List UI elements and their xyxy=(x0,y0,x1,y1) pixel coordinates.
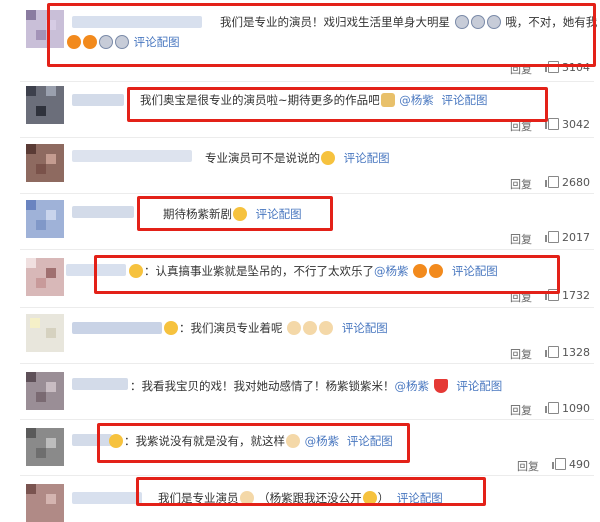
like-button[interactable]: 1090 xyxy=(545,402,590,415)
avatar[interactable] xyxy=(26,314,64,352)
comment-text: ：我们演员专业着呢 评论配图 xyxy=(163,320,388,337)
reply-button[interactable]: 回复 xyxy=(510,402,532,418)
like-button[interactable]: 2680 xyxy=(545,176,590,189)
face-emoji-icon xyxy=(321,151,335,165)
highlight-box xyxy=(47,3,596,67)
emoji-icon xyxy=(164,321,178,335)
like-button[interactable]: 1328 xyxy=(545,346,590,359)
username[interactable] xyxy=(72,492,142,504)
thumbs-up-icon xyxy=(545,402,559,414)
like-count: 1090 xyxy=(562,402,590,415)
avatar[interactable] xyxy=(26,428,64,466)
username[interactable] xyxy=(72,206,134,218)
username[interactable] xyxy=(72,94,124,106)
highlight-box xyxy=(137,196,333,231)
comment-row: ：我们演员专业着呢 评论配图 回复 1328 xyxy=(0,308,600,364)
thumbs-up-icon xyxy=(545,118,559,130)
comment-text: 专业演员可不是说说的 评论配图 xyxy=(205,150,390,167)
comment-image-link[interactable]: 评论配图 xyxy=(456,379,502,393)
like-count: 1328 xyxy=(562,346,590,359)
comment-text: ：我看我宝贝的戏！我对她动感情了！杨紫锁紫米！@杨紫 评论配图 xyxy=(130,379,503,393)
like-button[interactable]: 2017 xyxy=(545,231,590,244)
thumbs-up-icon xyxy=(545,176,559,188)
comment-image-link[interactable]: 评论配图 xyxy=(344,151,390,165)
like-count: 490 xyxy=(569,458,590,471)
thumbs-up-icon xyxy=(545,231,559,243)
avatar[interactable] xyxy=(26,86,64,124)
like-count: 1732 xyxy=(562,289,590,302)
like-count: 2680 xyxy=(562,176,590,189)
reply-button[interactable]: 回复 xyxy=(510,346,532,362)
avatar[interactable] xyxy=(26,200,64,238)
dog-emoji-icon xyxy=(303,321,318,335)
highlight-box xyxy=(136,477,486,506)
mention-link[interactable]: @杨紫 xyxy=(395,379,430,393)
thumbs-up-icon xyxy=(545,346,559,358)
username[interactable] xyxy=(72,378,128,390)
avatar[interactable] xyxy=(26,144,64,182)
avatar[interactable] xyxy=(26,258,64,296)
highlight-box xyxy=(97,423,410,463)
username[interactable] xyxy=(72,150,192,162)
like-count: 3042 xyxy=(562,118,590,131)
avatar[interactable] xyxy=(26,372,64,410)
dog-emoji-icon xyxy=(287,321,302,335)
highlight-box xyxy=(127,87,548,122)
reply-button[interactable]: 回复 xyxy=(517,458,539,474)
like-button[interactable]: 3042 xyxy=(545,118,590,131)
comment-row: ：我看我宝贝的戏！我对她动感情了！杨紫锁紫米！@杨紫 评论配图 回复 1090 xyxy=(0,364,600,420)
highlight-box xyxy=(94,255,560,294)
like-count: 2017 xyxy=(562,231,590,244)
reply-button[interactable]: 回复 xyxy=(510,176,532,192)
comment-body: 专业演员可不是说说的 xyxy=(205,151,320,165)
like-button[interactable]: 490 xyxy=(552,458,590,471)
comment-row: 专业演员可不是说说的 评论配图 回复 2680 xyxy=(0,138,600,194)
reply-button[interactable]: 回复 xyxy=(510,231,532,247)
comment-body: 我看我宝贝的戏！我对她动感情了！杨紫锁紫米！ xyxy=(141,379,395,393)
dog-emoji-icon xyxy=(319,321,334,335)
heart-icon xyxy=(433,379,448,393)
username[interactable] xyxy=(72,322,162,334)
avatar[interactable] xyxy=(26,484,64,522)
comment-image-link[interactable]: 评论配图 xyxy=(342,321,388,335)
thumbs-up-icon xyxy=(552,458,566,470)
comment-body: 我们演员专业着呢 xyxy=(190,321,283,335)
